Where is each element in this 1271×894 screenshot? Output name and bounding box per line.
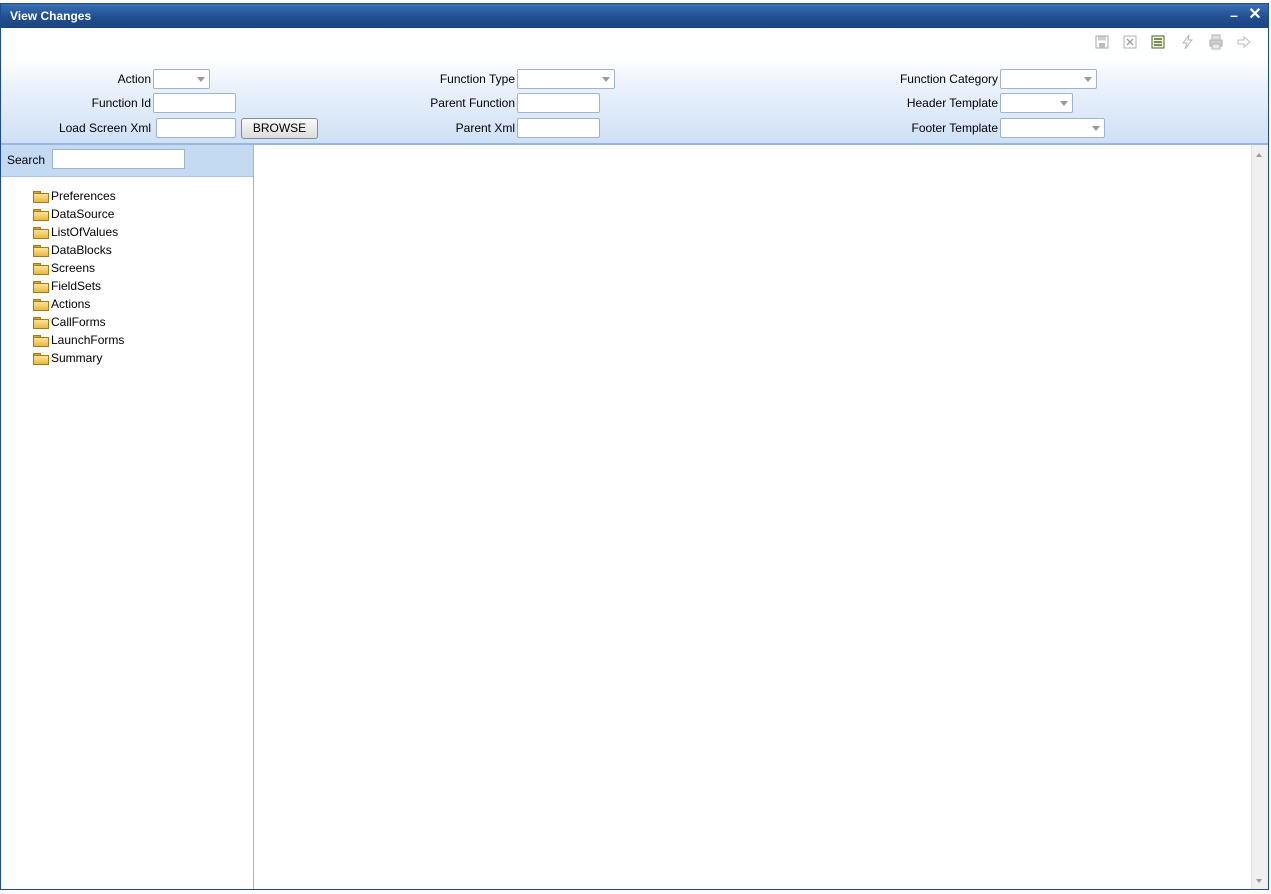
chevron-down-icon [1060, 101, 1068, 106]
folder-icon [33, 298, 49, 311]
flash-icon[interactable] [1179, 34, 1195, 50]
action-label: Action [117, 72, 151, 86]
function-category-select[interactable] [1000, 69, 1097, 89]
header-template-select[interactable] [1000, 93, 1073, 113]
parent-function-label: Parent Function [430, 96, 515, 110]
print-icon[interactable] [1208, 34, 1224, 50]
tree-item-callforms[interactable]: CallForms [33, 313, 124, 331]
tree-item-label: LaunchForms [51, 333, 125, 347]
close-button[interactable]: ✕ [1246, 6, 1264, 24]
folder-icon [33, 244, 49, 257]
tree-item-label: DataSource [51, 207, 115, 221]
tree-item-label: Screens [51, 261, 96, 275]
function-type-select[interactable] [517, 69, 615, 89]
tree-item-summary[interactable]: Summary [33, 349, 124, 367]
footer-template-label: Footer Template [911, 121, 999, 135]
folder-icon [33, 334, 49, 347]
folder-icon [33, 352, 49, 365]
load-screen-xml-label: Load Screen Xml [58, 121, 151, 135]
tree-item-datasource[interactable]: DataSource [33, 205, 124, 223]
footer-template-select[interactable] [1000, 118, 1105, 138]
function-id-input[interactable] [153, 93, 236, 113]
function-category-label: Function Category [899, 72, 998, 86]
chevron-down-icon [1092, 126, 1100, 131]
search-input[interactable] [52, 149, 185, 169]
exit-icon[interactable] [1236, 34, 1252, 50]
header-template-label: Header Template [906, 96, 998, 110]
parent-xml-label: Parent Xml [455, 121, 515, 135]
tree-item-label: Actions [51, 297, 91, 311]
folder-icon [33, 262, 49, 275]
window-title: View Changes [10, 9, 92, 23]
header-form: Action Function Id Load Screen Xml BROWS… [1, 57, 1268, 145]
view-changes-window: View Changes – ✕ Action Function Id Load… [0, 3, 1269, 890]
chevron-down-icon [602, 77, 610, 82]
chevron-down-icon [1084, 77, 1092, 82]
tree-item-label: CallForms [51, 315, 106, 329]
tree-item-preferences[interactable]: Preferences [33, 187, 124, 205]
node-tree: Preferences DataSource ListOfValues Data… [33, 187, 124, 367]
scroll-up-icon[interactable] [1256, 153, 1262, 157]
content-area [254, 145, 1268, 889]
search-bar: Search [1, 145, 253, 177]
load-screen-xml-input[interactable] [156, 118, 236, 138]
tree-item-label: DataBlocks [51, 243, 112, 257]
scroll-down-icon[interactable] [1256, 879, 1262, 883]
tree-item-label: ListOfValues [51, 225, 119, 239]
folder-icon [33, 226, 49, 239]
tree-item-label: FieldSets [51, 279, 102, 293]
chevron-down-icon [197, 77, 205, 82]
tree-item-label: Summary [51, 351, 103, 365]
minimize-button[interactable]: – [1225, 6, 1243, 24]
search-label: Search [7, 153, 46, 167]
folder-icon [33, 208, 49, 221]
tree-item-datablocks[interactable]: DataBlocks [33, 241, 124, 259]
folder-icon [33, 280, 49, 293]
folder-icon [33, 316, 49, 329]
folder-icon [33, 190, 49, 203]
vertical-scrollbar[interactable] [1251, 145, 1268, 889]
tree-item-listofvalues[interactable]: ListOfValues [33, 223, 124, 241]
delete-icon[interactable] [1122, 34, 1138, 50]
parent-function-input[interactable] [517, 93, 600, 113]
function-id-label: Function Id [91, 96, 151, 110]
save-icon[interactable] [1094, 34, 1110, 50]
parent-xml-input[interactable] [517, 118, 600, 138]
browse-button[interactable]: BROWSE [241, 118, 318, 139]
tree-panel: Search Preferences DataSource ListOfValu… [1, 145, 254, 889]
function-type-label: Function Type [439, 72, 515, 86]
toolbar [1, 28, 1268, 58]
tree-item-actions[interactable]: Actions [33, 295, 124, 313]
notes-icon[interactable] [1150, 34, 1166, 50]
title-bar: View Changes – ✕ [1, 4, 1268, 28]
tree-item-launchforms[interactable]: LaunchForms [33, 331, 124, 349]
tree-item-fieldsets[interactable]: FieldSets [33, 277, 124, 295]
tree-item-screens[interactable]: Screens [33, 259, 124, 277]
action-select[interactable] [153, 69, 210, 89]
tree-item-label: Preferences [51, 189, 116, 203]
